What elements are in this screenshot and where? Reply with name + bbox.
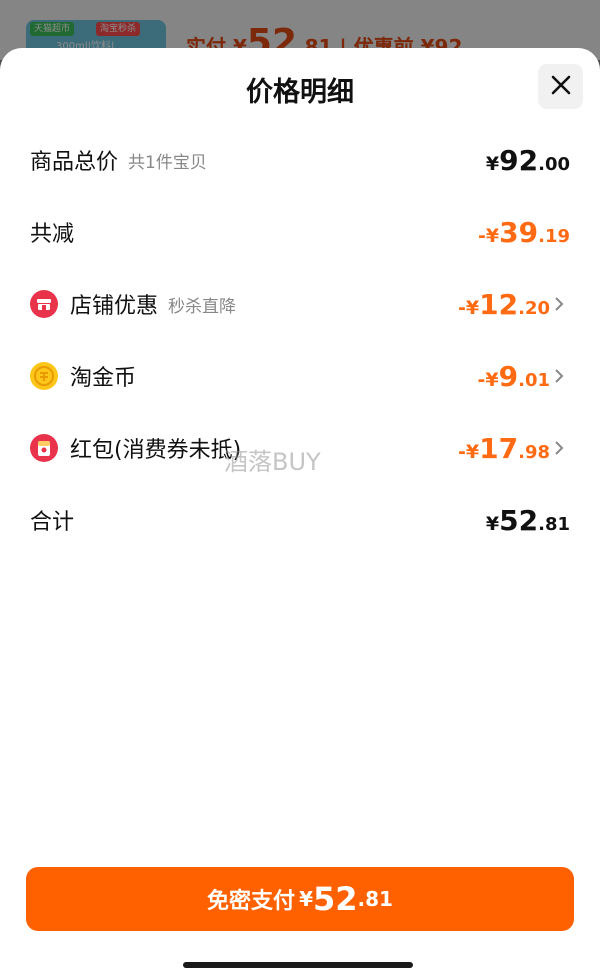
amount-sign: ¥: [485, 512, 500, 535]
amount-sign: ¥: [485, 152, 500, 175]
amount-int: 12: [479, 287, 519, 321]
chevron-right-icon: [554, 368, 570, 384]
sum-label: 合计: [30, 510, 75, 535]
total-reduction-label: 共减: [30, 222, 75, 247]
amount-int: 39: [499, 215, 539, 249]
pay-button-dec: .81: [357, 887, 393, 911]
total-reduction-amount: -¥ 39.19: [478, 216, 570, 249]
shop-icon: [30, 290, 58, 318]
amount-dec: .98: [518, 441, 550, 463]
amount-dec: .81: [538, 513, 570, 535]
goods-count: 共1件宝贝: [128, 152, 207, 173]
shop-discount-sub: 秒杀直降: [168, 296, 237, 317]
goods-total-label: 商品总价: [30, 150, 119, 175]
pay-button-int: 52: [312, 880, 358, 918]
red-packet-icon: [30, 434, 58, 462]
home-indicator: [183, 962, 413, 968]
amount-int: 9: [498, 359, 519, 393]
amount-sign: -¥: [458, 296, 480, 319]
amount-dec: .00: [538, 153, 570, 175]
coin-icon: [30, 362, 58, 390]
pay-button-sign: ¥: [299, 887, 313, 911]
price-detail-sheet: 价格明细 商品总价 共1件宝贝 ¥92.00 共减 -¥ 39.19 店铺优惠 秒…: [0, 48, 600, 978]
pay-button-label: 免密支付: [207, 889, 296, 914]
coins-amount: -¥ 9.01: [478, 360, 550, 393]
amount-dec: .19: [538, 225, 570, 247]
red-packet-label: 红包(消费券未抵): [70, 438, 242, 463]
shop-discount-label: 店铺优惠: [70, 294, 159, 319]
row-sum: 合计 ¥52.81: [30, 500, 570, 540]
row-total-reduction: 共减 -¥ 39.19: [30, 212, 570, 252]
amount-sign: -¥: [458, 440, 480, 463]
close-icon: [550, 74, 572, 100]
close-button[interactable]: [538, 64, 583, 109]
amount-int: 92: [499, 143, 539, 177]
row-goods-total: 商品总价 共1件宝贝 ¥92.00: [30, 140, 570, 180]
sum-amount: ¥52.81: [486, 504, 570, 537]
chevron-right-icon: [554, 296, 570, 312]
goods-total-amount: ¥92.00: [486, 144, 570, 177]
amount-int: 52: [499, 503, 539, 537]
row-shop-discount[interactable]: 店铺优惠 秒杀直降 -¥ 12.20: [30, 284, 570, 324]
watermark: 酒落BUY: [224, 448, 321, 476]
row-taobao-coins[interactable]: 淘金币 -¥ 9.01: [30, 356, 570, 396]
password-free-pay-button[interactable]: 免密支付 ¥52.81: [26, 867, 574, 931]
amount-int: 17: [479, 431, 519, 465]
chevron-right-icon: [554, 440, 570, 456]
red-packet-amount: -¥ 17.98: [458, 432, 550, 465]
coins-label: 淘金币: [70, 366, 137, 391]
amount-dec: .20: [518, 297, 550, 319]
shop-discount-amount: -¥ 12.20: [458, 288, 550, 321]
amount-dec: .01: [518, 369, 550, 391]
amount-sign: -¥: [477, 368, 499, 391]
sheet-title: 价格明细: [246, 77, 354, 108]
amount-sign: -¥: [478, 224, 500, 247]
